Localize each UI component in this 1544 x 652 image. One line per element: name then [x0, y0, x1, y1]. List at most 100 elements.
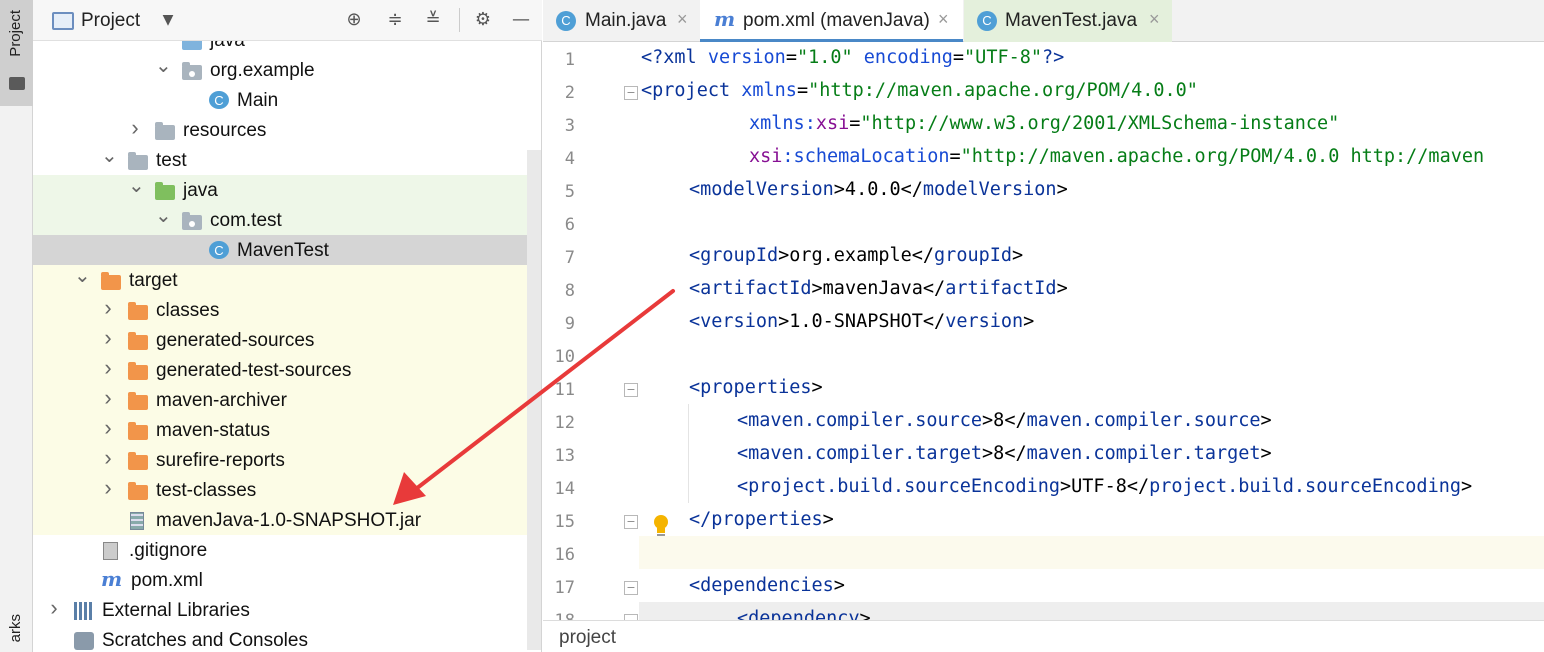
chevron-right-icon[interactable]: › — [101, 447, 115, 469]
tree-item-label: target — [129, 270, 178, 291]
line-number: 16 — [554, 545, 575, 565]
file-icon — [103, 542, 118, 560]
chevron-right-icon[interactable]: › — [101, 327, 115, 349]
tree-item-label: test — [156, 150, 187, 171]
tree-item-surefire-reports[interactable]: › surefire-reports — [33, 446, 542, 476]
tree-item-org-example[interactable]: ⌄ org.example — [33, 56, 542, 86]
tree-item-maventest[interactable]: C MavenTest — [33, 236, 542, 266]
scratches-icon — [74, 632, 94, 650]
tab-pom-xml[interactable]: m pom.xml (mavenJava) × — [700, 0, 963, 42]
code-token: modelVersion — [700, 179, 834, 200]
code-token: properties — [711, 509, 823, 530]
close-icon[interactable]: × — [1149, 9, 1160, 30]
chevron-down-icon[interactable]: ⌄ — [155, 56, 172, 76]
code-token: </ — [689, 509, 712, 530]
code-line-2: <project xmlns="http://maven.apache.org/… — [641, 80, 1198, 101]
breadcrumb[interactable]: project — [559, 627, 616, 649]
tree-item-label: maven-archiver — [156, 390, 287, 411]
code-token: >mavenJava</ — [811, 278, 946, 299]
code-token: < — [689, 278, 701, 299]
bookmarks-tool-tab[interactable]: arks — [0, 612, 33, 652]
chevron-right-icon[interactable]: › — [101, 357, 115, 379]
code-token: < — [737, 410, 749, 431]
code-token: >8</ — [982, 443, 1027, 464]
code-token: "http://maven.apache.org/POM/4.0.0" — [808, 80, 1198, 101]
chevron-down-icon[interactable]: ⌄ — [101, 146, 118, 166]
fold-marker[interactable]: − — [624, 383, 638, 397]
code-editor[interactable]: 123456789101112131415161718 − − − − − <?… — [543, 42, 1544, 620]
tree-item-test-classes[interactable]: › test-classes — [33, 476, 542, 506]
code-token: groupId — [700, 245, 779, 266]
gear-icon[interactable]: ⚙ — [472, 9, 494, 31]
code-token: :schemaLocation — [782, 146, 950, 167]
tree-item-main[interactable]: C Main — [33, 86, 542, 116]
tree-item-generated-sources[interactable]: › generated-sources — [33, 326, 542, 356]
code-token: ?> — [1042, 47, 1065, 68]
fold-marker[interactable]: − — [624, 86, 638, 100]
code-token: >8</ — [982, 410, 1027, 431]
close-icon[interactable]: × — [938, 9, 949, 30]
tree-item-external-libraries[interactable]: › External Libraries — [33, 596, 542, 626]
fold-marker[interactable]: − — [624, 515, 638, 529]
tree-item-scratches-and-consoles[interactable]: Scratches and Consoles — [33, 626, 542, 652]
tree-item-resources[interactable]: › resources — [33, 116, 542, 146]
code-token: artifactId — [700, 278, 812, 299]
tree-scrollbar[interactable] — [527, 150, 541, 650]
tree-item-generated-test-sources[interactable]: › generated-test-sources — [33, 356, 542, 386]
chevron-down-icon[interactable]: ▼ — [157, 9, 179, 31]
chevron-right-icon[interactable]: › — [101, 417, 115, 439]
code-line-8: <artifactId>mavenJava</artifactId> — [689, 278, 1068, 299]
tree-item-test[interactable]: ⌄ test — [33, 146, 542, 176]
fold-marker[interactable]: − — [624, 581, 638, 595]
code-token: < — [737, 608, 749, 620]
test-class-icon: C — [977, 11, 997, 31]
tree-item-java[interactable]: ⌄ java — [33, 176, 542, 206]
tab-label: Main.java — [585, 10, 667, 31]
tree-item-java[interactable]: java — [33, 41, 542, 56]
chevron-right-icon[interactable]: › — [101, 477, 115, 499]
expand-all-icon[interactable]: ≑ — [384, 9, 406, 31]
folder-icon — [9, 77, 25, 90]
code-token: < — [689, 311, 701, 332]
close-icon[interactable]: × — [677, 9, 688, 30]
tree-item-label: generated-sources — [156, 330, 315, 351]
chevron-right-icon[interactable]: › — [101, 297, 115, 319]
project-tool-tab[interactable]: Project — [0, 0, 33, 106]
tree-item-classes[interactable]: › classes — [33, 296, 542, 326]
code-token: >UTF-8</ — [1060, 476, 1150, 497]
tab-main-java[interactable]: C Main.java × — [543, 0, 699, 42]
panel-title[interactable]: Project — [81, 10, 140, 32]
locate-icon[interactable]: ⊕ — [343, 9, 365, 31]
project-panel-header: Project ▼ ⊕ ≑ ≚ ⚙ — — [33, 0, 542, 41]
test-class-icon: C — [209, 241, 229, 259]
resources-folder-icon — [155, 122, 175, 140]
tree-item-maven-archiver[interactable]: › maven-archiver — [33, 386, 542, 416]
code-token: = — [849, 113, 861, 134]
tree-item-pom-xml[interactable]: m pom.xml — [33, 566, 542, 596]
tree-item-target[interactable]: ⌄ target — [33, 266, 542, 296]
chevron-down-icon[interactable]: ⌄ — [128, 176, 145, 196]
lightbulb-icon[interactable] — [653, 515, 669, 537]
collapse-all-icon[interactable]: ≚ — [422, 9, 444, 31]
tree-item-maven-status[interactable]: › maven-status — [33, 416, 542, 446]
code-token: < — [641, 80, 653, 101]
tree-item-label: External Libraries — [102, 600, 250, 621]
chevron-right-icon[interactable]: › — [101, 387, 115, 409]
line-number: 14 — [554, 479, 575, 499]
tree-item-mavenjava-1-0-snapshot-jar[interactable]: mavenJava-1.0-SNAPSHOT.jar — [33, 506, 542, 536]
code-token: >org.example</ — [778, 245, 935, 266]
tree-item-gitignore[interactable]: .gitignore — [33, 536, 542, 566]
line-number: 10 — [554, 347, 575, 367]
tab-maventest-java[interactable]: C MavenTest.java × — [964, 0, 1172, 42]
code-token: < — [689, 377, 701, 398]
code-token: artifactId — [945, 278, 1057, 299]
code-token: "http://maven.apache.org/POM/4.0.0 http:… — [960, 146, 1485, 167]
code-token: "UTF-8" — [964, 47, 1043, 68]
line-number: 15 — [554, 512, 575, 532]
tree-item-com-test[interactable]: ⌄ com.test — [33, 206, 542, 236]
chevron-down-icon[interactable]: ⌄ — [74, 266, 91, 286]
chevron-right-icon[interactable]: › — [128, 117, 142, 139]
minimize-icon[interactable]: — — [510, 9, 532, 31]
chevron-right-icon[interactable]: › — [47, 597, 61, 619]
chevron-down-icon[interactable]: ⌄ — [155, 206, 172, 226]
